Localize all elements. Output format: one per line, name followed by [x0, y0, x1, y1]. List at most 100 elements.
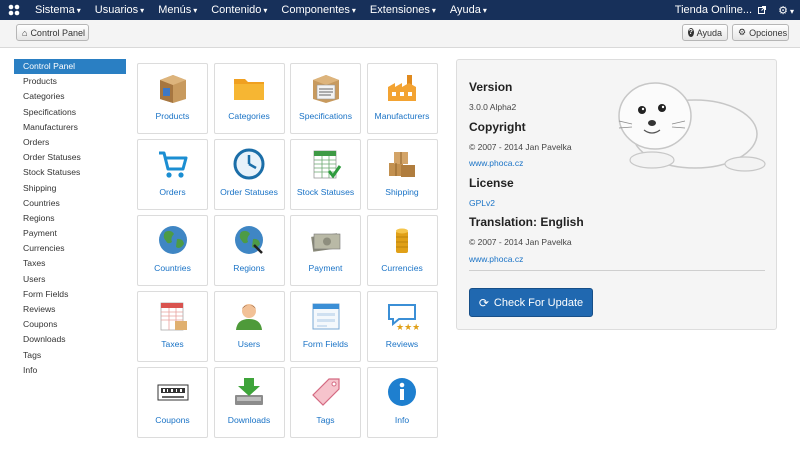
tile-label: Specifications — [298, 111, 353, 121]
tile-users[interactable]: Users — [213, 291, 285, 362]
tile-label: Downloads — [227, 415, 271, 425]
tile-regions[interactable]: Regions — [213, 215, 285, 286]
tile-payment[interactable]: Payment — [290, 215, 361, 286]
money-icon — [308, 222, 344, 258]
caret-down-icon: ▾ — [76, 6, 81, 15]
download-icon — [231, 374, 267, 410]
tag-icon — [308, 374, 344, 410]
version-heading: Version — [469, 80, 513, 94]
sidebar-item-tags[interactable]: Tags — [14, 348, 126, 363]
sidebar-item-taxes[interactable]: Taxes — [14, 256, 126, 271]
check-for-update-button[interactable]: ⟳ Check For Update — [469, 288, 593, 317]
form-icon — [308, 298, 344, 334]
menu-ayuda[interactable]: Ayuda ▾ — [443, 4, 494, 16]
tile-label: Orders — [159, 187, 186, 197]
tile-order-statuses[interactable]: Order Statuses — [213, 139, 285, 210]
tile-label: Categories — [228, 111, 270, 121]
menu-contenido[interactable]: Contenido ▾ — [204, 4, 274, 16]
tile-info[interactable]: Info — [366, 367, 438, 438]
sidebar-item-payment[interactable]: Payment — [14, 226, 126, 241]
settings-menu[interactable]: ⚙ ▾ — [772, 4, 800, 17]
caret-down-icon: ▾ — [193, 6, 198, 15]
sidebar-item-orders[interactable]: Orders — [14, 135, 126, 150]
sidebar-item-control-panel[interactable]: Control Panel — [14, 59, 126, 75]
help-button[interactable]: ? Ayuda — [682, 24, 728, 41]
tile-label: Products — [155, 111, 190, 121]
tile-label: Info — [394, 415, 410, 425]
review-icon: ★★★ — [384, 298, 420, 334]
navbar-right: Tienda Online... ⚙ ▾ — [669, 4, 800, 17]
menu-usuarios[interactable]: Usuarios ▾ — [88, 4, 151, 16]
tile-manufacturers[interactable]: Manufacturers — [366, 63, 438, 134]
copyright-link[interactable]: www.phoca.cz — [469, 158, 523, 168]
menu-label: Ayuda — [449, 4, 481, 16]
check-for-update-label: Check For Update — [493, 296, 584, 309]
sidebar-item-manufacturers[interactable]: Manufacturers — [14, 120, 126, 135]
sidebar-item-products[interactable]: Products — [14, 74, 126, 89]
tile-label: Manufacturers — [374, 111, 430, 121]
sidebar-item-form-fields[interactable]: Form Fields — [14, 287, 126, 302]
joomla-logo-icon[interactable] — [0, 3, 28, 17]
tile-tags[interactable]: Tags — [290, 367, 361, 438]
sidebar-item-order-statuses[interactable]: Order Statuses — [14, 150, 126, 165]
tile-reviews[interactable]: ★★★ Reviews — [366, 291, 438, 362]
menu-extensiones[interactable]: Extensiones ▾ — [363, 4, 443, 16]
tile-form-fields[interactable]: Form Fields — [290, 291, 361, 362]
translation-link[interactable]: www.phoca.cz — [469, 254, 523, 264]
tile-label: Regions — [233, 263, 265, 273]
copyright-text: © 2007 - 2014 Jan Pavelka — [469, 142, 572, 152]
menu-componentes[interactable]: Componentes ▾ — [274, 4, 363, 16]
sidebar-item-coupons[interactable]: Coupons — [14, 317, 126, 332]
copyright-heading: Copyright — [469, 120, 526, 134]
tile-label: Form Fields — [302, 339, 349, 349]
menu-menus[interactable]: Menús ▾ — [151, 4, 204, 16]
site-label: Tienda Online... — [674, 4, 753, 16]
sidebar-item-countries[interactable]: Countries — [14, 196, 126, 211]
spreadsheet-icon — [308, 146, 344, 182]
sidebar-item-categories[interactable]: Categories — [14, 89, 126, 104]
tile-label: Order Statuses — [220, 187, 278, 197]
caret-down-icon: ▾ — [140, 6, 145, 15]
sidebar-item-shipping[interactable]: Shipping — [14, 181, 126, 196]
tile-categories[interactable]: Categories — [213, 63, 285, 134]
tile-label: Payment — [308, 263, 343, 273]
sidebar-item-users[interactable]: Users — [14, 272, 126, 287]
license-link[interactable]: GPLv2 — [469, 198, 495, 208]
top-navbar: Sistema ▾ Usuarios ▾ Menús ▾ Contenido ▾ Com… — [0, 0, 800, 20]
site-link[interactable]: Tienda Online... — [669, 4, 772, 16]
tile-coupons[interactable]: Coupons — [137, 367, 208, 438]
boxes-icon — [384, 146, 420, 182]
svg-text:★★★: ★★★ — [396, 323, 419, 333]
tile-countries[interactable]: Countries — [137, 215, 208, 286]
help-button-label: Ayuda — [696, 27, 722, 38]
sidebar-item-info[interactable]: Info — [14, 363, 126, 378]
tile-stock-statuses[interactable]: Stock Statuses — [290, 139, 361, 210]
sidebar-item-downloads[interactable]: Downloads — [14, 332, 126, 347]
tile-downloads[interactable]: Downloads — [213, 367, 285, 438]
menu-sistema[interactable]: Sistema ▾ — [28, 4, 88, 16]
tile-shipping[interactable]: Shipping — [366, 139, 438, 210]
menu-label: Extensiones — [369, 4, 430, 16]
sidebar-item-currencies[interactable]: Currencies — [14, 241, 126, 256]
tile-specifications[interactable]: Specifications — [290, 63, 361, 134]
tile-currencies[interactable]: Currencies — [366, 215, 438, 286]
tile-products[interactable]: Products — [137, 63, 208, 134]
sidebar-item-specifications[interactable]: Specifications — [14, 105, 126, 120]
sidebar-item-stock-statuses[interactable]: Stock Statuses — [14, 165, 126, 180]
tile-orders[interactable]: Orders — [137, 139, 208, 210]
menu-label: Componentes — [281, 4, 350, 16]
control-panel-button[interactable]: ⌂ Control Panel — [16, 24, 89, 41]
tile-label: Shipping — [385, 187, 419, 197]
caret-down-icon: ▾ — [431, 6, 436, 15]
tile-label: Tags — [316, 415, 335, 425]
sidebar-item-reviews[interactable]: Reviews — [14, 302, 126, 317]
options-button[interactable]: ⚙ Opciones — [732, 24, 789, 41]
tile-label: Stock Statuses — [296, 187, 355, 197]
caret-down-icon: ▾ — [789, 6, 794, 16]
sidebar-item-regions[interactable]: Regions — [14, 211, 126, 226]
product-box-icon — [155, 70, 191, 106]
tile-taxes[interactable]: Taxes — [137, 291, 208, 362]
divider — [469, 270, 765, 271]
caret-down-icon: ▾ — [351, 6, 356, 15]
external-link-icon — [758, 6, 767, 15]
